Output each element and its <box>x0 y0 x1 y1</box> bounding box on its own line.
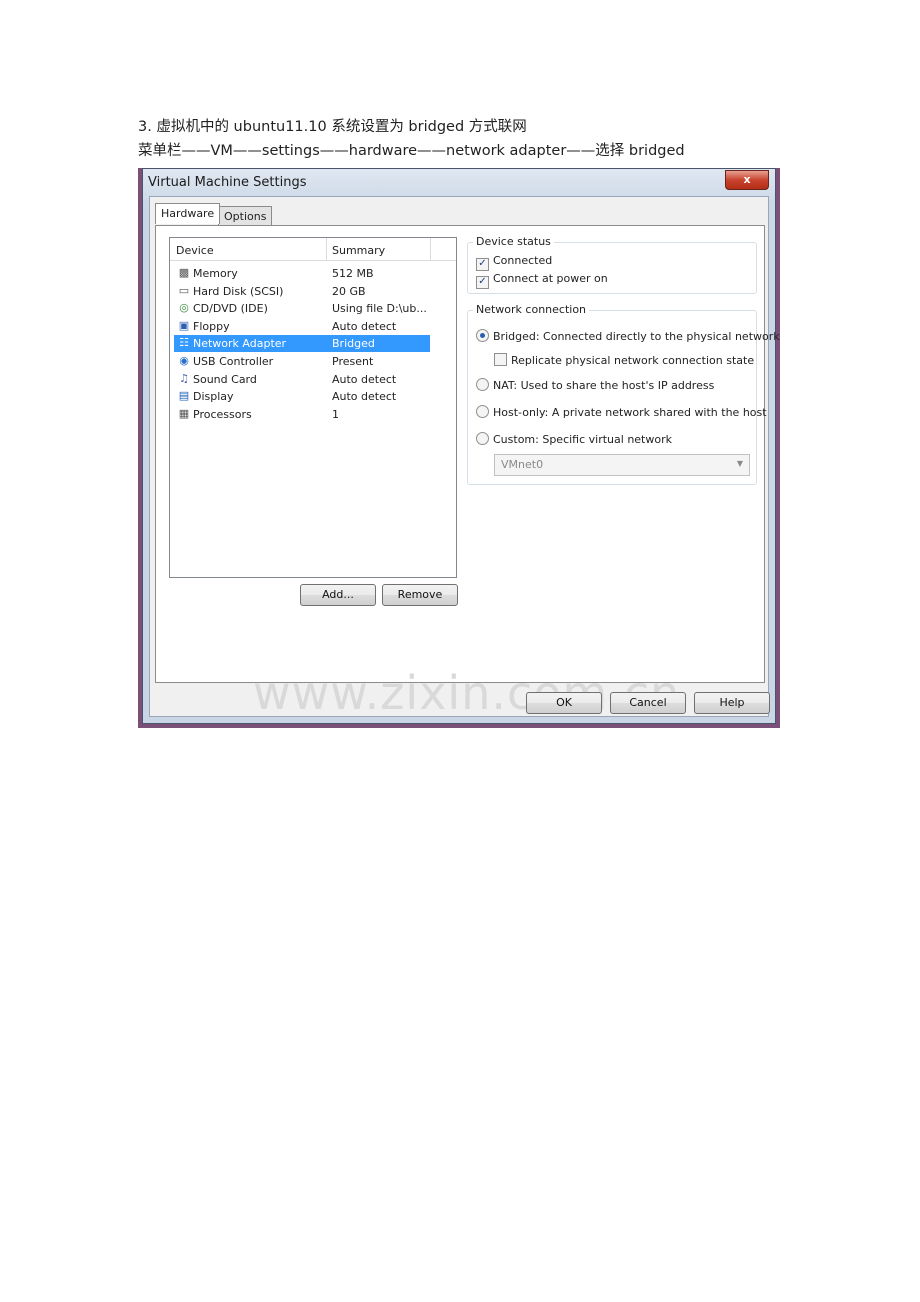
network-adapter-icon: ☷ <box>179 336 189 349</box>
checkbox-checked-icon: ✓ <box>476 276 489 289</box>
device-name: Hard Disk (SCSI) <box>193 285 284 298</box>
doc-heading-step3: 3. 虚拟机中的 ubuntu11.10 系统设置为 bridged 方式联网 <box>138 119 527 135</box>
network-connection-label: Network connection <box>473 303 590 316</box>
chevron-down-icon: ▼ <box>736 459 743 468</box>
device-name: Network Adapter <box>193 337 287 350</box>
host-only-radio[interactable]: Host-only: A private network shared with… <box>476 405 767 419</box>
close-button[interactable]: x <box>725 170 769 190</box>
device-summary: Bridged <box>332 337 375 350</box>
nat-radio[interactable]: NAT: Used to share the host's IP address <box>476 378 714 392</box>
processor-icon: ▦ <box>178 407 190 420</box>
device-row-usb-controller[interactable]: ◉ USB Controller Present <box>174 353 430 370</box>
device-list[interactable]: Device Summary ▩ Memory 512 MB ▭ Hard Di… <box>169 237 457 578</box>
ok-button[interactable]: OK <box>526 692 602 714</box>
memory-icon: ▩ <box>178 266 190 279</box>
bridged-label: Bridged: Connected directly to the physi… <box>493 330 780 343</box>
vmnet-select[interactable]: VMnet0 ▼ <box>494 454 750 476</box>
connect-at-power-on-checkbox[interactable]: ✓ Connect at power on <box>476 272 608 289</box>
header-divider <box>430 238 431 260</box>
add-device-button[interactable]: Add... <box>300 584 376 606</box>
hardware-panel: Device Summary ▩ Memory 512 MB ▭ Hard Di… <box>155 225 780 720</box>
column-header-device[interactable]: Device <box>176 244 214 257</box>
device-summary: 512 MB <box>332 267 374 280</box>
tab-options[interactable]: Options <box>218 206 273 225</box>
connect-at-power-on-label: Connect at power on <box>493 272 608 285</box>
checkbox-unchecked-icon <box>494 353 507 366</box>
connected-label: Connected <box>493 254 553 267</box>
bridged-radio[interactable]: Bridged: Connected directly to the physi… <box>476 329 780 343</box>
vm-settings-dialog: Virtual Machine Settings x Hardware Opti… <box>138 168 780 728</box>
replicate-state-label: Replicate physical network connection st… <box>511 354 755 367</box>
radio-unselected-icon <box>476 405 489 418</box>
hard-disk-icon: ▭ <box>178 284 190 297</box>
custom-label: Custom: Specific virtual network <box>493 433 672 446</box>
help-button[interactable]: Help <box>694 692 770 714</box>
radio-unselected-icon <box>476 378 489 391</box>
device-name: CD/DVD (IDE) <box>193 302 268 315</box>
vmnet-value: VMnet0 <box>501 458 544 471</box>
usb-icon: ◉ <box>179 354 189 367</box>
device-summary: Present <box>332 355 374 368</box>
title-bar[interactable]: Virtual Machine Settings x <box>143 169 775 195</box>
doc-menu-path: 菜单栏——VM——settings——hardware——network ada… <box>138 143 685 159</box>
device-name: USB Controller <box>193 355 274 368</box>
device-summary: Using file D:\ub... <box>332 302 427 315</box>
sound-card-icon: ♫ <box>179 372 189 385</box>
device-summary: Auto detect <box>332 373 397 386</box>
device-name: Processors <box>193 408 252 421</box>
device-status-label: Device status <box>473 235 554 248</box>
device-summary: Auto detect <box>332 390 397 403</box>
display-icon: ▤ <box>178 389 190 402</box>
device-row-floppy[interactable]: ▣ Floppy Auto detect <box>174 318 430 335</box>
device-row-cd-dvd[interactable]: ◎ CD/DVD (IDE) Using file D:\ub... <box>174 300 430 317</box>
device-row-network-adapter[interactable]: ☷ Network Adapter Bridged <box>174 335 430 352</box>
device-summary: Auto detect <box>332 320 397 333</box>
radio-unselected-icon <box>476 432 489 445</box>
remove-device-button[interactable]: Remove <box>382 584 458 606</box>
device-name: Display <box>193 390 234 403</box>
device-row-hard-disk[interactable]: ▭ Hard Disk (SCSI) 20 GB <box>174 283 430 300</box>
radio-selected-icon <box>476 329 489 342</box>
connected-checkbox[interactable]: ✓ Connected <box>476 254 552 271</box>
device-name: Memory <box>193 267 238 280</box>
network-connection-group: Network connection Bridged: Connected di… <box>467 303 780 485</box>
device-status-group: Device status ✓ Connected ✓ Connect at pow… <box>467 235 757 294</box>
host-only-label: Host-only: A private network shared with… <box>493 406 767 419</box>
device-summary: 20 GB <box>332 285 366 298</box>
checkbox-checked-icon: ✓ <box>476 258 489 271</box>
floppy-icon: ▣ <box>178 319 190 332</box>
device-name: Floppy <box>193 320 230 333</box>
list-header: Device Summary <box>170 238 456 261</box>
tab-hardware[interactable]: Hardware <box>155 203 221 224</box>
close-icon: x <box>743 173 751 186</box>
cd-dvd-icon: ◎ <box>179 301 189 314</box>
column-header-summary[interactable]: Summary <box>332 244 385 257</box>
device-row-processors[interactable]: ▦ Processors 1 <box>174 406 430 423</box>
dialog-title: Virtual Machine Settings <box>148 175 307 190</box>
cancel-button[interactable]: Cancel <box>610 692 686 714</box>
dialog-client-area: Hardware Options Device Summary ▩ Memory… <box>149 196 780 720</box>
header-divider <box>326 238 327 260</box>
custom-radio[interactable]: Custom: Specific virtual network <box>476 432 672 446</box>
device-name: Sound Card <box>193 373 257 386</box>
device-summary: 1 <box>332 408 339 421</box>
device-row-memory[interactable]: ▩ Memory 512 MB <box>174 265 430 282</box>
device-row-sound-card[interactable]: ♫ Sound Card Auto detect <box>174 371 430 388</box>
replicate-state-checkbox[interactable]: Replicate physical network connection st… <box>494 353 754 367</box>
nat-label: NAT: Used to share the host's IP address <box>493 379 715 392</box>
device-row-display[interactable]: ▤ Display Auto detect <box>174 388 430 405</box>
dialog-frame: Virtual Machine Settings x Hardware Opti… <box>142 168 780 724</box>
